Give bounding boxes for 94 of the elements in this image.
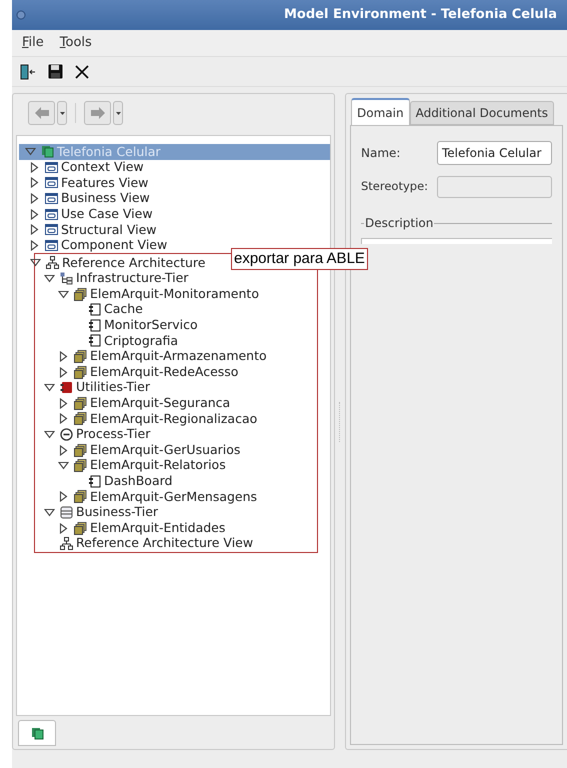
branch-icon xyxy=(60,272,73,286)
tree-item[interactable]: Features View xyxy=(61,176,148,190)
tree-item[interactable]: Structural View xyxy=(61,224,157,236)
window-menu-icon[interactable] xyxy=(16,10,26,20)
tree-item[interactable]: ElemArquit-Monitoramento xyxy=(90,288,259,300)
collapse-triangle-icon[interactable] xyxy=(44,273,55,284)
window-icon xyxy=(45,192,58,206)
collapse-triangle-icon[interactable] xyxy=(44,428,55,440)
close-icon[interactable] xyxy=(75,64,89,78)
collapse-triangle-icon[interactable] xyxy=(30,257,41,268)
stacked-pages-icon xyxy=(74,288,87,301)
tree-item[interactable]: Utilities-Tier xyxy=(76,381,150,394)
left-arrow-icon xyxy=(34,107,48,119)
panel-tab[interactable] xyxy=(18,720,56,746)
tree-item[interactable]: Infrastructure-Tier xyxy=(76,272,188,285)
window-icon xyxy=(45,176,58,190)
folder-stack-icon xyxy=(41,145,54,158)
window-title: Model Environment - Telefonia Celula xyxy=(284,6,558,24)
right-arrow-icon xyxy=(90,107,104,119)
window-icon xyxy=(45,223,58,236)
tree-item[interactable]: ElemArquit-RedeAcesso xyxy=(90,366,238,378)
field-label: Stereotype: xyxy=(361,178,429,196)
database-icon xyxy=(60,506,73,519)
stacked-pages-icon xyxy=(74,444,87,457)
stacked-pages-icon xyxy=(74,522,87,535)
expand-triangle-icon[interactable] xyxy=(58,366,69,378)
tree-item[interactable]: Criptografia xyxy=(104,334,178,348)
component-icon xyxy=(88,334,101,348)
exit-door-icon[interactable] xyxy=(20,64,36,80)
hierarchy-icon xyxy=(60,537,73,550)
component-icon xyxy=(88,474,101,488)
tab[interactable]: Additional Documents xyxy=(410,101,554,125)
expand-triangle-icon[interactable] xyxy=(29,177,40,188)
annotation-label: exportar para ABLE xyxy=(231,248,368,270)
tier-block-icon xyxy=(60,381,73,394)
field-label: Name: xyxy=(361,145,402,162)
stereotype-field[interactable] xyxy=(437,176,552,198)
stacked-pages-icon xyxy=(74,490,87,504)
stacked-pages-icon xyxy=(74,366,87,379)
save-icon[interactable] xyxy=(48,64,63,79)
tree-item[interactable]: Reference Architecture xyxy=(62,256,206,270)
tree-item[interactable]: ElemArquit-Seguranca xyxy=(90,397,230,410)
expand-triangle-icon[interactable] xyxy=(29,224,40,236)
expand-triangle-icon[interactable] xyxy=(58,413,69,424)
dropdown-button[interactable] xyxy=(113,101,123,125)
expand-triangle-icon[interactable] xyxy=(29,240,40,251)
window-icon xyxy=(45,208,58,221)
tree-item[interactable]: MonitorServico xyxy=(104,319,198,332)
stacked-pages-icon xyxy=(74,412,87,426)
tree-item[interactable]: Component View xyxy=(61,239,168,252)
dropdown-button[interactable] xyxy=(57,101,67,125)
tree-item[interactable]: Process-Tier xyxy=(76,428,150,441)
folder-stack-icon xyxy=(30,726,44,740)
collapse-triangle-icon[interactable] xyxy=(58,460,69,472)
caret-icon xyxy=(116,112,120,114)
stacked-pages-icon xyxy=(74,459,87,472)
tree-item[interactable]: Cache xyxy=(104,303,143,316)
expand-triangle-icon[interactable] xyxy=(58,444,69,456)
menu-item[interactable]: Tools xyxy=(60,33,92,53)
tree-item[interactable]: Context View xyxy=(61,161,144,174)
component-icon xyxy=(88,303,101,316)
expand-triangle-icon[interactable] xyxy=(58,491,69,502)
caret-icon xyxy=(60,112,64,114)
group-label: Description xyxy=(364,215,434,232)
component-icon xyxy=(88,318,101,332)
collapse-triangle-icon[interactable] xyxy=(44,382,55,394)
stacked-pages-icon xyxy=(74,350,87,364)
collapse-triangle-icon[interactable] xyxy=(44,506,55,518)
name-field[interactable]: Telefonia Celular xyxy=(437,141,552,165)
stacked-pages-icon xyxy=(74,396,87,410)
tree-item[interactable]: ElemArquit-Armazenamento xyxy=(90,350,267,363)
tree-item[interactable]: ElemArquit-Regionalizacao xyxy=(90,412,258,426)
expand-triangle-icon[interactable] xyxy=(58,522,69,534)
tab[interactable]: Domain xyxy=(351,98,410,125)
tree-item[interactable]: Reference Architecture View xyxy=(76,537,254,550)
tree-item[interactable]: ElemArquit-GerMensagens xyxy=(90,490,258,504)
tree-item[interactable]: ElemArquit-Entidades xyxy=(90,522,226,534)
tree-item[interactable]: ElemArquit-GerUsuarios xyxy=(90,444,240,456)
tree-item[interactable]: Use Case View xyxy=(61,208,153,220)
window-icon xyxy=(45,238,58,252)
menu-item[interactable]: File xyxy=(22,33,44,53)
hierarchy-icon xyxy=(46,256,59,270)
tree-item[interactable]: Business-Tier xyxy=(76,506,158,519)
collapse-triangle-icon[interactable] xyxy=(58,288,69,300)
window-icon xyxy=(45,160,58,174)
tree-item[interactable]: DashBoard xyxy=(104,475,172,488)
expand-triangle-icon[interactable] xyxy=(29,193,40,204)
expand-triangle-icon[interactable] xyxy=(29,208,40,220)
expand-triangle-icon[interactable] xyxy=(58,398,69,409)
expand-triangle-icon[interactable] xyxy=(29,162,40,173)
minus-circle-icon xyxy=(60,428,73,441)
tree-item[interactable]: ElemArquit-Relatorios xyxy=(90,459,226,472)
tree-item[interactable]: Business View xyxy=(61,192,150,205)
expand-triangle-icon[interactable] xyxy=(58,351,69,362)
